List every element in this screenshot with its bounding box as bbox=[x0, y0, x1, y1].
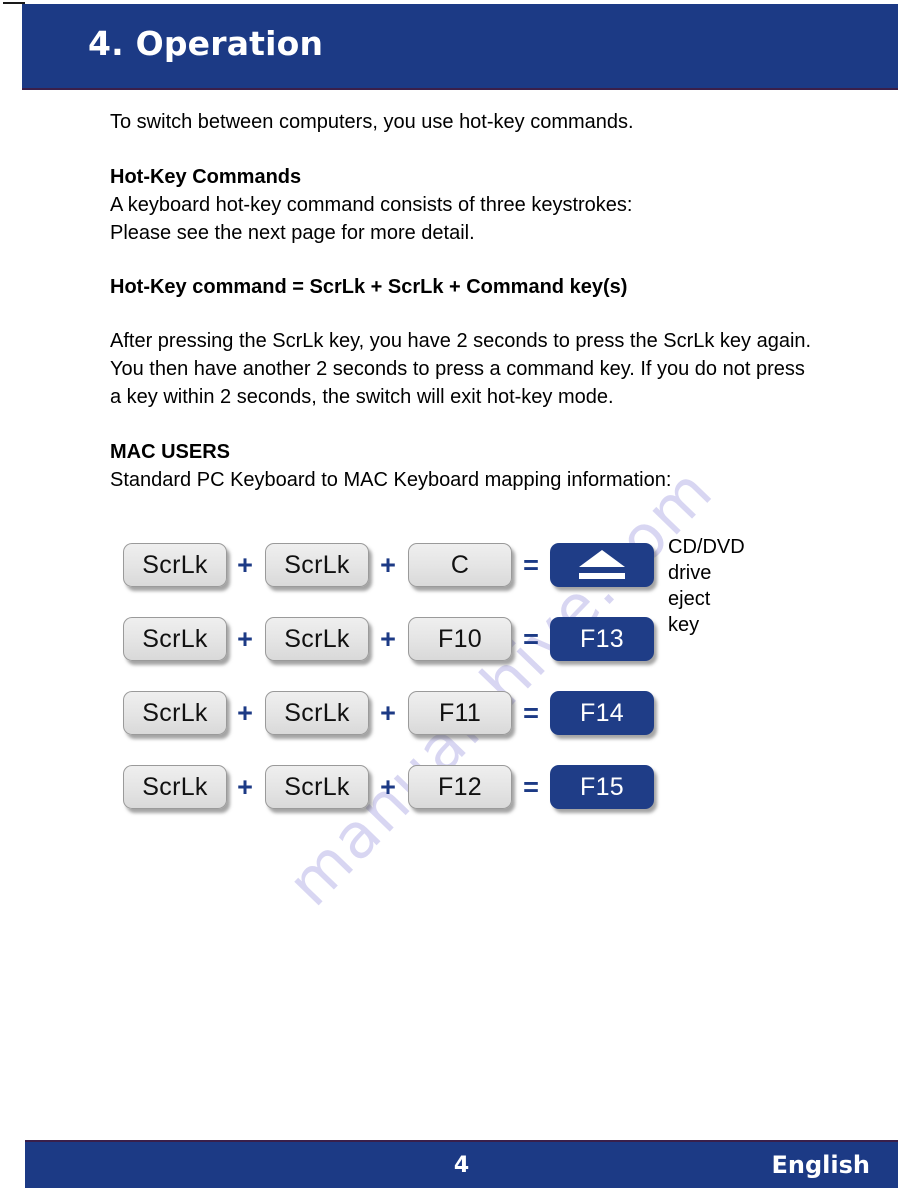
timing-paragraph: After pressing the ScrLk key, you have 2… bbox=[110, 330, 812, 408]
mac-users-line: Standard PC Keyboard to MAC Keyboard map… bbox=[110, 469, 672, 491]
equals-operator: = bbox=[523, 550, 539, 580]
keycap-scrlk-2: ScrLk bbox=[265, 543, 369, 587]
hot-key-formula: Hot-Key command = ScrLk + ScrLk + Comman… bbox=[110, 276, 628, 298]
keycap-scrlk-1: ScrLk bbox=[123, 691, 227, 735]
eject-triangle bbox=[579, 550, 625, 567]
watermark-text: manualshive.com bbox=[272, 453, 728, 920]
result-keycap bbox=[550, 543, 654, 587]
equals-operator: = bbox=[523, 772, 539, 802]
keycap-command: F10 bbox=[408, 617, 512, 661]
result-keycap-label: F15 bbox=[580, 772, 624, 801]
plus-operator: + bbox=[380, 698, 396, 728]
eject-icon bbox=[573, 550, 631, 580]
keycap-scrlk-1: ScrLk bbox=[123, 543, 227, 587]
page-header-banner: 4. Operation bbox=[22, 4, 898, 90]
equals-operator: = bbox=[523, 698, 539, 728]
plus-operator: + bbox=[380, 624, 396, 654]
keycap-scrlk-1: ScrLk bbox=[123, 617, 227, 661]
plus-operator: + bbox=[237, 698, 253, 728]
result-keycap: F15 bbox=[550, 765, 654, 809]
plus-operator: + bbox=[237, 772, 253, 802]
result-keycap-label: F14 bbox=[580, 698, 624, 727]
intro-paragraph: To switch between computers, you use hot… bbox=[110, 111, 634, 133]
page-footer-banner: 4 English bbox=[25, 1140, 898, 1188]
keycap-command: C bbox=[408, 543, 512, 587]
footer-page-number: 4 bbox=[453, 1153, 470, 1178]
hot-key-commands-heading: Hot-Key Commands bbox=[110, 166, 302, 188]
plus-operator: + bbox=[380, 550, 396, 580]
keycap-command: F11 bbox=[408, 691, 512, 735]
keycap-scrlk-2: ScrLk bbox=[265, 765, 369, 809]
keycap-scrlk-2: ScrLk bbox=[265, 617, 369, 661]
eject-bar bbox=[579, 573, 625, 579]
plus-operator: + bbox=[380, 772, 396, 802]
mac-users-heading: MAC USERS bbox=[110, 441, 231, 463]
result-keycap: F14 bbox=[550, 691, 654, 735]
hot-key-commands-lines: A keyboard hot-key command consists of t… bbox=[110, 194, 633, 244]
document-body: To switch between computers, you use hot… bbox=[110, 108, 820, 494]
footer-language: English bbox=[771, 1151, 870, 1179]
plus-operator: + bbox=[237, 624, 253, 654]
keycap-scrlk-2: ScrLk bbox=[265, 691, 369, 735]
document-page: { "colors": { "brand_navy": "#1c3a85", "… bbox=[0, 0, 918, 1188]
result-keycap-label: F13 bbox=[580, 624, 624, 653]
keycap-command: F12 bbox=[408, 765, 512, 809]
equals-operator: = bbox=[523, 624, 539, 654]
page-title: 4. Operation bbox=[88, 24, 324, 63]
result-note: CD/DVD drive eject key bbox=[668, 536, 745, 636]
result-keycap: F13 bbox=[550, 617, 654, 661]
keycap-scrlk-1: ScrLk bbox=[123, 765, 227, 809]
plus-operator: + bbox=[237, 550, 253, 580]
